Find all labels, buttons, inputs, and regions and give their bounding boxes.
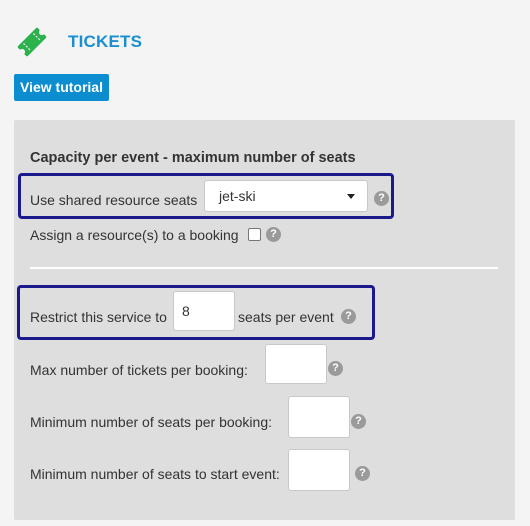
view-tutorial-button[interactable]: View tutorial <box>14 74 109 101</box>
divider <box>30 267 498 269</box>
max-tickets-input[interactable] <box>265 344 327 384</box>
help-icon[interactable]: ? <box>328 361 343 376</box>
restrict-prefix-label: Restrict this service to <box>30 309 167 325</box>
help-icon[interactable]: ? <box>374 191 389 206</box>
page-title: TICKETS <box>68 32 143 51</box>
help-icon[interactable]: ? <box>355 466 370 481</box>
assign-resource-checkbox[interactable] <box>248 228 261 241</box>
min-start-label: Minimum number of seats to start event: <box>30 466 280 482</box>
shared-resource-label: Use shared resource seats <box>30 192 198 208</box>
page-header <box>14 22 50 62</box>
min-start-input[interactable] <box>288 449 350 491</box>
restrict-suffix-label: seats per event <box>238 309 334 325</box>
ticket-icon <box>17 27 47 57</box>
capacity-panel: Capacity per event - maximum number of s… <box>14 120 515 520</box>
shared-resource-value: jet-ski <box>219 188 256 204</box>
restrict-seats-input[interactable] <box>173 291 235 331</box>
help-icon[interactable]: ? <box>351 414 366 429</box>
min-seats-label: Minimum number of seats per booking: <box>30 414 272 430</box>
chevron-down-icon <box>347 194 355 199</box>
section-title: Capacity per event - maximum number of s… <box>30 150 356 166</box>
min-seats-input[interactable] <box>288 396 350 438</box>
shared-resource-select[interactable]: jet-ski <box>204 180 368 212</box>
max-tickets-label: Max number of tickets per booking: <box>30 362 248 378</box>
assign-resource-label: Assign a resource(s) to a booking <box>30 227 239 243</box>
help-icon[interactable]: ? <box>341 309 356 324</box>
help-icon[interactable]: ? <box>266 227 281 242</box>
